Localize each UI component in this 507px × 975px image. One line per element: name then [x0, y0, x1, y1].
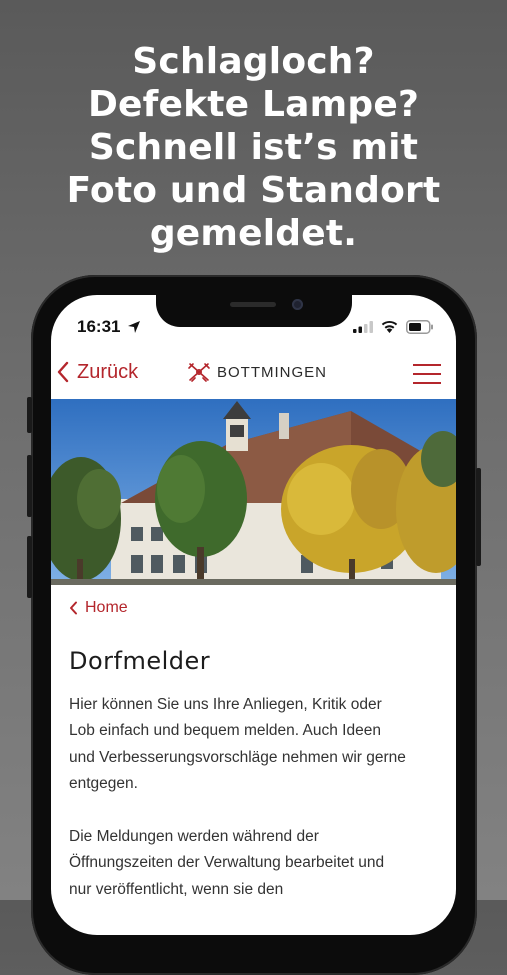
- back-button[interactable]: Zurück: [57, 357, 138, 387]
- headline-line-2: Defekte Lampe?: [87, 84, 420, 125]
- paragraph-line: Lob einfach und bequem melden. Auch Idee…: [69, 722, 381, 740]
- hero-image: [51, 399, 456, 585]
- phone-screen: 16:31 Zurück BOTTMINGEN Home Dorfmelder …: [51, 295, 456, 935]
- headline-line-1: Schlagloch?: [132, 41, 375, 82]
- paragraph-line: und Verbesserungsvorschläge nehmen wir g…: [69, 748, 406, 766]
- paragraph-line: Öffnungszeiten der Verwaltung bearbeitet…: [69, 854, 385, 872]
- page-title: Dorfmelder: [69, 647, 211, 675]
- speaker-grille: [230, 302, 276, 307]
- power-button: [476, 468, 481, 566]
- brand-name: BOTTMINGEN: [217, 363, 327, 381]
- navigation-bar: Zurück BOTTMINGEN: [51, 351, 456, 395]
- headline-line-4: Foto und Standort: [66, 170, 441, 211]
- phone-notch: [156, 295, 352, 327]
- volume-down-button: [27, 536, 32, 598]
- paragraph-line: Die Meldungen werden während der: [69, 828, 319, 845]
- town-hall-photo: [51, 399, 456, 585]
- crest-icon: [188, 363, 210, 382]
- processing-paragraph: Die Meldungen werden während der Öffnung…: [69, 824, 441, 903]
- chevron-left-icon: [57, 361, 69, 383]
- location-arrow-icon: [128, 321, 140, 333]
- battery-icon: [406, 320, 433, 334]
- back-button-label: Zurück: [77, 360, 139, 383]
- wifi-icon: [381, 320, 398, 333]
- headline-line-3: Schnell ist’s mit: [88, 127, 419, 168]
- municipality-logo[interactable]: BOTTMINGEN: [187, 361, 327, 383]
- breadcrumb-label: Home: [85, 599, 128, 616]
- paragraph-line: nur veröffentlicht, wenn sie den: [69, 880, 284, 898]
- silent-switch: [27, 397, 32, 433]
- status-time: 16:31: [77, 317, 121, 336]
- paragraph-line: Hier können Sie uns Ihre Anliegen, Kriti…: [69, 696, 382, 713]
- chevron-left-icon: [70, 601, 77, 615]
- intro-paragraph: Hier können Sie uns Ihre Anliegen, Kriti…: [69, 692, 441, 797]
- signal-icon: [353, 321, 373, 333]
- paragraph-line: entgegen.: [69, 774, 138, 792]
- headline-line-5: gemeldet.: [149, 213, 358, 254]
- volume-up-button: [27, 455, 32, 517]
- promo-headline: Schlagloch? Defekte Lampe? Schnell ist’s…: [0, 40, 507, 255]
- front-camera: [292, 299, 303, 310]
- hamburger-menu-icon[interactable]: [413, 364, 441, 384]
- breadcrumb-home-link[interactable]: Home: [69, 599, 128, 617]
